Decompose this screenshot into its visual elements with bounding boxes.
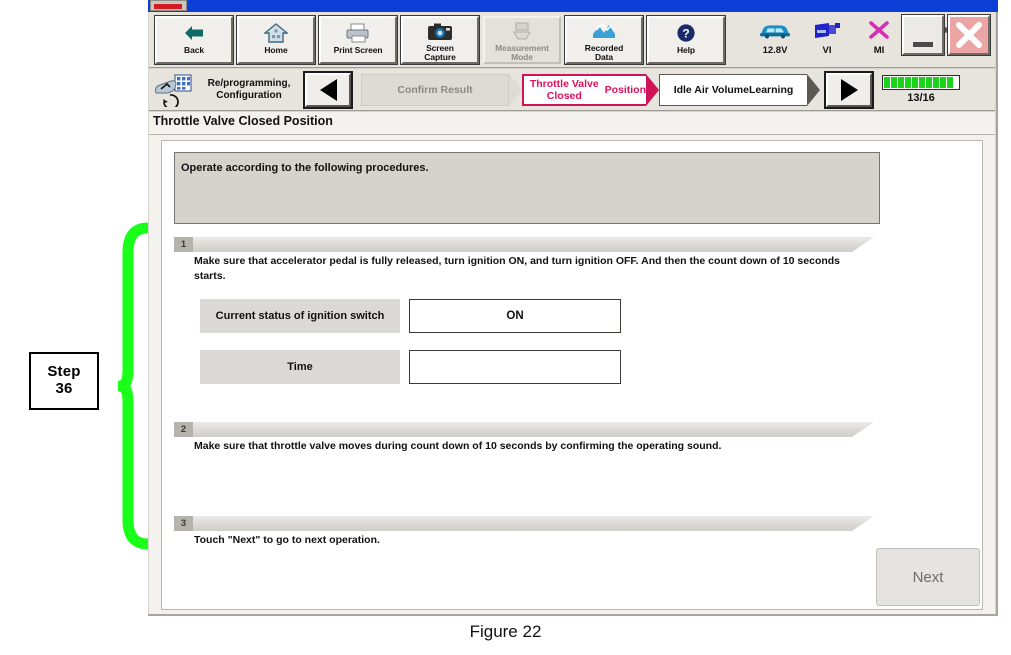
step-number-1: 1 bbox=[174, 237, 193, 252]
home-button-label: Home bbox=[264, 44, 288, 55]
step-text-2: Make sure that throttle valve moves duri… bbox=[194, 440, 722, 452]
progress-bar bbox=[882, 75, 960, 90]
vi-status: VI bbox=[801, 18, 853, 56]
step-bar-fill bbox=[193, 422, 852, 437]
step-bar-2: 2 bbox=[174, 422, 874, 437]
step-text-3: Touch "Next" to go to next operation. bbox=[194, 534, 380, 546]
print-screen-button[interactable]: Print Screen bbox=[319, 15, 397, 64]
page-title: Throttle Valve Closed Position bbox=[153, 114, 333, 128]
breadcrumb-step-label: Idle Air Volume Learning bbox=[659, 73, 807, 106]
minimize-icon bbox=[913, 42, 933, 47]
breadcrumb-step-label: Throttle Valve Closed Position bbox=[522, 73, 646, 106]
data-row-key: Time bbox=[200, 350, 400, 384]
step-callout-line-2: 36 bbox=[55, 380, 73, 397]
minimize-button[interactable] bbox=[902, 15, 944, 55]
previous-step-button[interactable] bbox=[305, 72, 351, 107]
vi-label: VI bbox=[822, 45, 832, 56]
breadcrumb-current-line1: Throttle Valve Closed bbox=[529, 77, 599, 102]
breadcrumb-current-line2: Position bbox=[604, 83, 646, 96]
application-screen: Throttle Valve Closed Position Operate a… bbox=[149, 112, 995, 614]
back-button[interactable]: Back bbox=[155, 15, 233, 64]
data-row-key: Current status of ignition switch bbox=[200, 299, 400, 333]
screen-capture-button-label: Screen Capture bbox=[424, 42, 456, 62]
step-number-3: 3 bbox=[174, 516, 193, 531]
step-bar-tail bbox=[852, 237, 874, 252]
notice-text: Operate according to the following proce… bbox=[181, 162, 429, 174]
close-x-icon bbox=[956, 22, 982, 48]
close-button[interactable] bbox=[948, 15, 990, 55]
title-divider bbox=[149, 134, 995, 135]
help-question-icon: ? bbox=[676, 21, 696, 45]
flow-mode-title-line1: Re/programming, bbox=[207, 77, 291, 89]
measurement-mode-button[interactable]: Measurement Mode bbox=[483, 15, 561, 64]
reprogramming-icon bbox=[153, 73, 197, 110]
recorded-data-icon bbox=[591, 21, 617, 43]
measurement-mode-button-label: Measurement Mode bbox=[495, 42, 549, 62]
recorded-data-button-label: Recorded Data bbox=[584, 42, 624, 62]
triangle-right-icon bbox=[840, 78, 858, 101]
camera-icon bbox=[427, 21, 453, 43]
step-bar-tail bbox=[852, 422, 874, 437]
next-step-button[interactable] bbox=[826, 72, 872, 107]
triangle-left-icon bbox=[319, 78, 337, 101]
progress-count-label: 13/16 bbox=[907, 92, 935, 104]
print-screen-button-label: Print Screen bbox=[333, 44, 383, 55]
window-buttons bbox=[898, 15, 990, 55]
next-button[interactable]: Next bbox=[876, 548, 980, 606]
breadcrumb-next-line2: Learning bbox=[748, 83, 794, 96]
step-text-1: Make sure that accelerator pedal is full… bbox=[194, 255, 841, 282]
figure-caption: Figure 22 bbox=[469, 622, 542, 641]
step-bar-3: 3 bbox=[174, 516, 874, 531]
breadcrumb-next-line1: Idle Air Volume bbox=[673, 83, 749, 96]
step-callout-box: Step 36 bbox=[29, 352, 99, 410]
app-logo-icon bbox=[150, 0, 187, 11]
step-number-2: 2 bbox=[174, 422, 193, 437]
step-callout-line-1: Step bbox=[47, 363, 81, 381]
svg-text:?: ? bbox=[682, 26, 689, 40]
mi-cross-icon bbox=[868, 18, 890, 42]
measurement-icon bbox=[511, 21, 533, 43]
vehicle-interface-icon bbox=[813, 18, 841, 42]
breadcrumb-step-idle-air-volume-learning[interactable]: Idle Air Volume Learning bbox=[659, 73, 820, 106]
chevron-point-icon bbox=[509, 73, 522, 106]
home-icon bbox=[264, 21, 288, 45]
step-bar-tail bbox=[852, 516, 874, 531]
main-toolbar: Back Home Print Screen Screen Capture Me… bbox=[149, 12, 995, 68]
car-icon bbox=[758, 18, 792, 42]
progress-indicator: 13/16 bbox=[882, 75, 960, 104]
vehicle-voltage-status: 12.8V bbox=[749, 18, 801, 56]
content-panel: Operate according to the following proce… bbox=[161, 140, 983, 610]
screenshot-root: Step 36 Back Home Print Screen Screen Ca… bbox=[0, 0, 1011, 655]
screen-capture-button[interactable]: Screen Capture bbox=[401, 15, 479, 64]
step-bar-fill bbox=[193, 516, 852, 531]
notice-box: Operate according to the following proce… bbox=[174, 152, 880, 224]
back-button-label: Back bbox=[184, 44, 204, 55]
data-row-ignition-switch: Current status of ignition switch ON bbox=[200, 299, 621, 333]
flow-mode-title: Re/programming, Configuration bbox=[197, 78, 301, 102]
vehicle-voltage-label: 12.8V bbox=[762, 45, 788, 56]
breadcrumb-step-confirm-result[interactable]: Confirm Result bbox=[361, 73, 522, 106]
back-arrow-icon bbox=[183, 21, 205, 45]
help-button[interactable]: ? Help bbox=[647, 15, 725, 64]
breadcrumb-step-label: Confirm Result bbox=[361, 73, 509, 106]
mi-label: MI bbox=[873, 45, 885, 56]
printer-icon bbox=[345, 21, 371, 45]
help-button-label: Help bbox=[676, 44, 696, 55]
workflow-breadcrumb-bar: Re/programming, Configuration Confirm Re… bbox=[149, 69, 995, 111]
consult-device-window: Back Home Print Screen Screen Capture Me… bbox=[148, 0, 998, 616]
home-button[interactable]: Home bbox=[237, 15, 315, 64]
recorded-data-button[interactable]: Recorded Data bbox=[565, 15, 643, 64]
chevron-point-icon bbox=[646, 73, 659, 106]
data-row-value bbox=[409, 350, 621, 384]
breadcrumb-step-throttle-valve-closed-position[interactable]: Throttle Valve Closed Position bbox=[522, 73, 659, 106]
step-bar-fill bbox=[193, 237, 852, 252]
flow-mode-title-line2: Configuration bbox=[216, 89, 282, 101]
data-row-value: ON bbox=[409, 299, 621, 333]
data-row-time: Time bbox=[200, 350, 621, 384]
chevron-point-icon bbox=[807, 73, 820, 106]
window-titlebar bbox=[148, 0, 998, 12]
step-bar-1: 1 bbox=[174, 237, 874, 252]
